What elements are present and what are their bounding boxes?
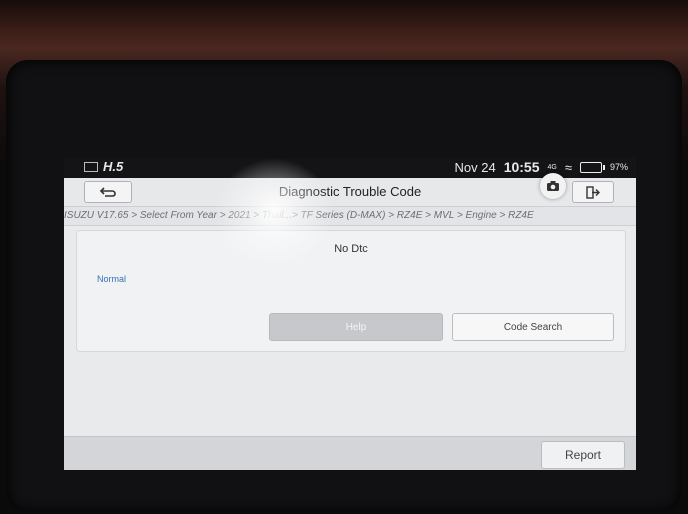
dtc-panel: No Dtc Normal Help Code Search <box>76 230 626 352</box>
help-button[interactable]: Help <box>269 313 443 341</box>
wifi-icon: ≈ <box>564 159 572 175</box>
system-status: Normal <box>97 274 127 284</box>
screenshot-button[interactable] <box>540 173 566 199</box>
exit-icon <box>586 185 600 199</box>
device-screen: H.5 Nov 24 10:55 4G ≈ 97% Diagnostic Tro… <box>64 158 636 470</box>
code-search-button[interactable]: Code Search <box>452 313 614 341</box>
camera-icon <box>547 181 559 191</box>
report-button[interactable]: Report <box>541 441 625 469</box>
breadcrumb: ISUZU V17.65 > Select From Year > 2021 >… <box>64 207 636 226</box>
breadcrumb-path: ISUZU V17.65 > Select From Year > 2021 >… <box>64 210 534 221</box>
status-bar-right: Nov 24 10:55 4G ≈ 97% <box>454 159 628 175</box>
battery-level: 97% <box>609 162 628 172</box>
status-date: Nov 24 <box>454 159 496 175</box>
app-indicator: H.5 <box>103 159 124 174</box>
status-time: 10:55 <box>503 159 540 175</box>
status-bar-left: H.5 <box>84 159 123 174</box>
notification-icon <box>84 161 98 172</box>
exit-button[interactable] <box>572 181 614 203</box>
bottom-bar: Report <box>64 436 636 470</box>
dtc-message: No Dtc <box>334 243 368 255</box>
signal-indicator: 4G <box>547 163 557 171</box>
battery-icon <box>579 161 605 173</box>
